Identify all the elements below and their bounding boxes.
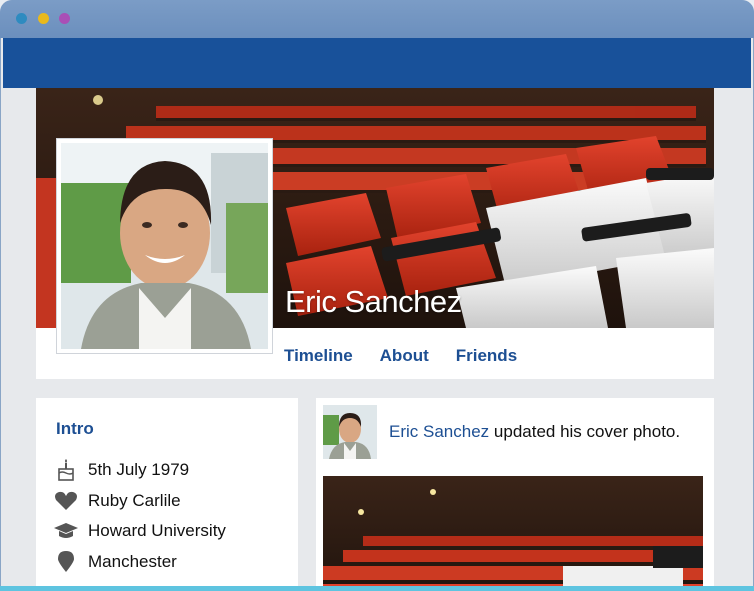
intro-item-relationship: Ruby Carlile [52,486,226,517]
graduation-cap-icon [52,520,80,542]
intro-title: Intro [56,419,94,438]
window-titlebar [0,0,754,38]
intro-item-location: Manchester [52,547,226,578]
activity-post-card: Eric Sanchez updated his cover photo. [316,398,714,591]
tab-about[interactable]: About [380,346,429,366]
intro-item-text: Ruby Carlile [88,490,181,510]
browser-window: Eric Sanchez Timeline About Friends Intr… [0,0,754,591]
profile-page: Eric Sanchez Timeline About Friends Intr… [3,88,751,591]
intro-item-text: Howard University [88,521,226,541]
post-text: Eric Sanchez updated his cover photo. [389,422,680,442]
intro-item-education: Howard University [52,516,226,547]
post-cover-photo[interactable] [323,476,703,591]
tab-timeline[interactable]: Timeline [284,346,353,366]
intro-card: Intro 5th July 1979 Ruby Carlile Howard … [36,398,298,591]
close-window-button[interactable] [16,13,27,24]
tab-friends[interactable]: Friends [456,346,517,366]
profile-tabs: Timeline About Friends [284,346,517,366]
minimize-window-button[interactable] [38,13,49,24]
birthday-cake-icon [52,459,80,482]
intro-list: 5th July 1979 Ruby Carlile Howard Univer… [52,455,226,577]
post-action: updated his cover photo. [493,422,681,441]
maximize-window-button[interactable] [59,13,70,24]
intro-item-birthday: 5th July 1979 [52,455,226,486]
app-header-bar [3,38,751,88]
location-pin-icon [52,550,80,573]
post-author-avatar[interactable] [323,405,377,459]
post-author-link[interactable]: Eric Sanchez [389,422,489,441]
profile-picture[interactable] [57,139,272,353]
bottom-border [0,586,754,591]
profile-header-card: Eric Sanchez Timeline About Friends [36,88,714,379]
profile-name: Eric Sanchez [285,284,462,319]
intro-item-text: Manchester [88,551,177,571]
intro-item-text: 5th July 1979 [88,460,190,480]
heart-icon [52,490,80,512]
